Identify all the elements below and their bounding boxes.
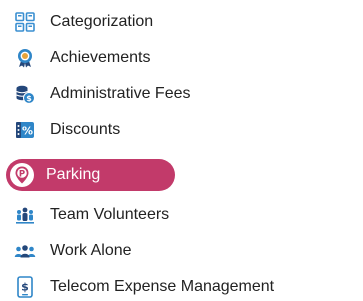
sidebar-menu: Categorization Achievements $ Administra… bbox=[0, 0, 363, 301]
menu-item-label: Parking bbox=[46, 166, 101, 183]
group-people-icon bbox=[12, 238, 38, 264]
menu-item-discounts[interactable]: % Discounts bbox=[6, 116, 358, 144]
menu-item-label: Telecom Expense Management bbox=[50, 278, 275, 295]
svg-text:$: $ bbox=[21, 281, 29, 294]
menu-item-parking[interactable]: P Parking bbox=[6, 159, 175, 191]
menu-item-label: Categorization bbox=[50, 13, 154, 30]
categorization-grid-icon bbox=[12, 9, 38, 35]
menu-item-achievements[interactable]: Achievements bbox=[6, 44, 358, 72]
telecom-dollar-icon: $ bbox=[12, 274, 38, 300]
menu-item-label: Achievements bbox=[50, 49, 151, 66]
menu-item-work-alone[interactable]: Work Alone bbox=[6, 237, 358, 265]
menu-item-categorization[interactable]: Categorization bbox=[6, 8, 358, 36]
svg-text:$: $ bbox=[26, 94, 32, 103]
percent-tag-icon: % bbox=[12, 117, 38, 143]
parking-pin-icon: P bbox=[8, 161, 36, 189]
svg-text:%: % bbox=[22, 125, 33, 138]
menu-item-label: Administrative Fees bbox=[50, 85, 191, 102]
achievement-medal-icon bbox=[12, 45, 38, 71]
menu-item-telecom-expense-management[interactable]: $ Telecom Expense Management bbox=[6, 273, 358, 301]
menu-item-administrative-fees[interactable]: $ Administrative Fees bbox=[6, 80, 358, 108]
menu-item-label: Team Volunteers bbox=[50, 206, 170, 223]
team-people-icon bbox=[12, 202, 38, 228]
menu-item-label: Discounts bbox=[50, 121, 121, 138]
svg-text:P: P bbox=[19, 169, 25, 179]
coins-dollar-icon: $ bbox=[12, 81, 38, 107]
menu-item-team-volunteers[interactable]: Team Volunteers bbox=[6, 201, 358, 229]
menu-item-label: Work Alone bbox=[50, 242, 132, 259]
